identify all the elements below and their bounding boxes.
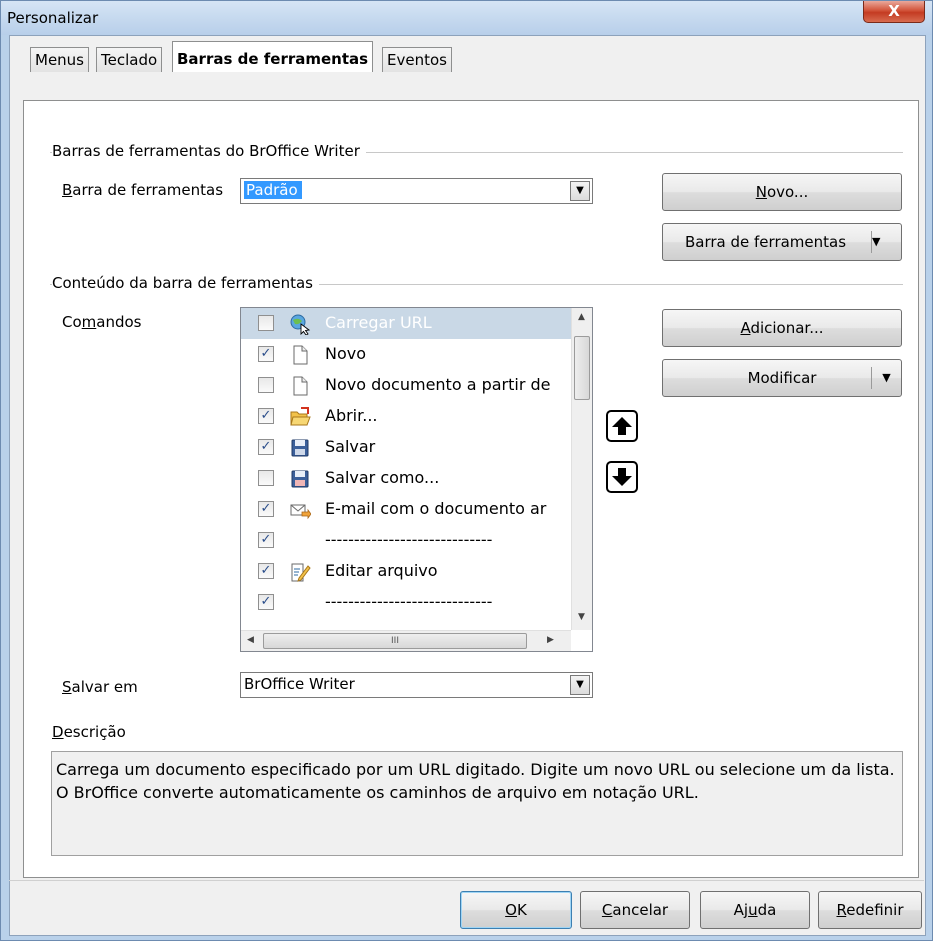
scroll-down-icon[interactable]: ▼ [578,612,585,622]
chevron-down-icon[interactable]: ▼ [570,181,590,201]
description-text: Carrega um documento especificado por um… [51,751,903,856]
globe-cursor-icon [290,314,311,335]
move-up-button[interactable] [606,410,638,442]
scroll-up-icon[interactable]: ▲ [578,312,585,322]
modify-button[interactable]: Modificar ▼ [662,359,902,397]
list-item-label: Novo [325,344,367,363]
save-in-select[interactable]: BrOffice Writer ▼ [240,672,593,698]
toolbar-select-label: Barra de ferramentas [62,181,224,199]
list-item[interactable]: ✓ Abrir... [241,401,571,432]
save-in-value: BrOffice Writer [244,675,355,693]
scroll-right-icon[interactable]: ▶ [547,635,554,645]
list-item-label: Salvar como... [325,468,440,487]
vertical-scrollbar[interactable]: ▲ ▼ [571,308,592,630]
separator-label: ----------------------------- [325,530,493,549]
save-in-label: Salvar em [62,678,138,696]
window-title: Personalizar [7,9,99,27]
toolbars-group-title: Barras de ferramentas do BrOffice Writer [52,142,366,160]
scroll-left-icon[interactable]: ◀ [247,635,254,645]
checkbox[interactable] [258,377,274,393]
chevron-down-icon[interactable]: ▼ [871,367,901,389]
list-item[interactable]: Carregar URL [241,308,571,339]
cancel-button[interactable]: Cancelar [580,891,690,929]
list-item[interactable]: ✓ Novo [241,339,571,370]
ok-button[interactable]: OK [460,891,572,929]
tab-events[interactable]: Eventos [382,47,452,72]
checkbox[interactable]: ✓ [258,408,274,424]
arrow-up-icon [612,417,632,435]
checkbox[interactable]: ✓ [258,501,274,517]
list-item[interactable]: ✓ ----------------------------- [241,587,571,618]
toolbar-menu-button[interactable]: Barra de ferramentas ▼ [662,223,902,261]
toolbar-select-value: Padrão [244,181,302,199]
tab-menus[interactable]: Menus [30,47,89,72]
list-item[interactable]: ✓ Salvar [241,432,571,463]
email-icon [290,504,311,520]
checkbox[interactable] [258,470,274,486]
commands-list[interactable]: Carregar URL ✓ Novo Novo documento a par… [240,307,593,652]
move-down-button[interactable] [606,461,638,493]
close-button[interactable]: X [863,1,925,23]
checkbox[interactable]: ✓ [258,346,274,362]
list-item[interactable]: ✓ ----------------------------- [241,525,571,556]
list-item-label: Abrir... [325,406,378,425]
add-command-button[interactable]: Adicionar... [662,309,902,347]
arrow-down-icon [612,468,632,486]
content-group-title: Conteúdo da barra de ferramentas [52,274,319,292]
separator-label: ----------------------------- [325,592,493,611]
list-item-label: Salvar [325,437,376,456]
list-item-label: Novo documento a partir de [325,375,551,394]
tab-keyboard[interactable]: Teclado [96,47,163,72]
scroll-thumb[interactable] [574,336,590,400]
new-toolbar-button[interactable]: Novo... [662,173,902,211]
list-item-label: Carregar URL [325,313,432,332]
footer-divider [9,880,924,881]
title-bar: Personalizar X [1,1,932,35]
chevron-down-icon[interactable]: ▼ [871,231,901,253]
list-item-label: Editar arquivo [325,561,438,580]
save-disk-icon [291,439,309,457]
reset-button[interactable]: Redefinir [818,891,922,929]
horizontal-scrollbar[interactable]: ◀ III ▶ [241,630,571,651]
list-item[interactable]: Novo documento a partir de [241,370,571,401]
list-item[interactable]: ✓ E-mail com o documento ar [241,494,571,525]
chevron-down-icon[interactable]: ▼ [570,675,590,695]
new-document-icon [293,345,308,365]
tab-toolbars[interactable]: Barras de ferramentas [172,41,374,72]
list-item-label: E-mail com o documento ar [325,499,547,518]
edit-file-icon [291,563,311,582]
checkbox[interactable]: ✓ [258,594,274,610]
save-as-icon [291,470,309,488]
checkbox[interactable]: ✓ [258,563,274,579]
scroll-thumb[interactable]: III [263,633,527,649]
list-item[interactable]: ✓ Editar arquivo [241,556,571,587]
list-item[interactable]: Salvar como... [241,463,571,494]
checkbox[interactable]: ✓ [258,532,274,548]
checkbox[interactable]: ✓ [258,439,274,455]
commands-label: Comandos [62,313,142,331]
toolbar-select[interactable]: Padrão ▼ [240,178,593,204]
description-label: Descrição [52,723,126,741]
new-document-icon [293,376,308,396]
help-button[interactable]: Ajuda [700,891,810,929]
checkbox[interactable] [258,315,274,331]
open-folder-icon [290,407,311,426]
